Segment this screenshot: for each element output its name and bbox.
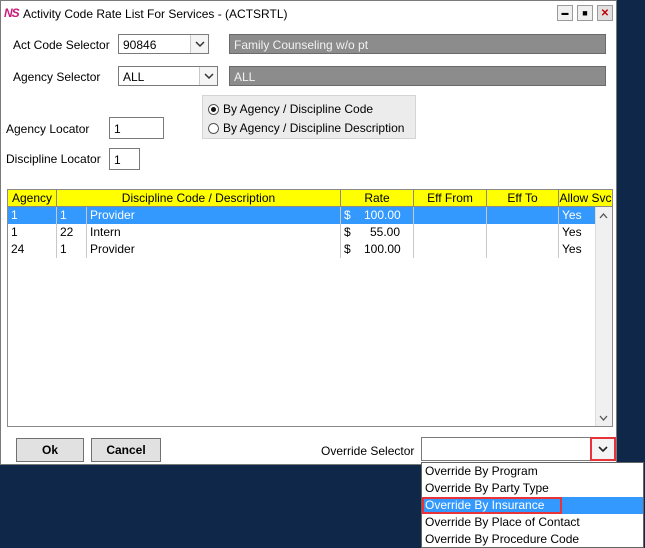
dropdown-option[interactable]: Override By Procedure Code: [422, 531, 643, 548]
title-bar[interactable]: NS Activity Code Rate List For Services …: [1, 1, 616, 27]
cell-currency: $: [344, 242, 351, 256]
sort-radio-group: By Agency / Discipline Code By Agency / …: [202, 95, 416, 139]
cell-currency: $: [344, 225, 351, 239]
cell-eff-from: [414, 207, 487, 224]
cell-rate: 55.00: [361, 224, 414, 241]
ok-button[interactable]: Ok: [16, 438, 84, 462]
radio-by-code[interactable]: By Agency / Discipline Code: [208, 102, 373, 116]
col-allow-svc[interactable]: Allow Svc: [559, 190, 612, 206]
table-row[interactable]: 1 1 Provider $ 100.00 Yes: [8, 207, 596, 224]
col-agency[interactable]: Agency: [8, 190, 57, 206]
col-discipline[interactable]: Discipline Code / Description: [57, 190, 341, 206]
discipline-locator-label: Discipline Locator: [6, 152, 101, 166]
col-eff-from[interactable]: Eff From: [414, 190, 487, 206]
minimize-button[interactable]: ▬: [557, 5, 573, 21]
cell-allow: Yes: [562, 225, 582, 239]
cell-eff-to: [487, 207, 559, 224]
scroll-down-button[interactable]: [596, 410, 611, 425]
radio-by-code-label: By Agency / Discipline Code: [223, 102, 374, 116]
cell-rate: 100.00: [361, 207, 414, 224]
vertical-scrollbar[interactable]: [595, 207, 612, 426]
agency-locator-label: Agency Locator: [6, 122, 90, 136]
main-window: NS Activity Code Rate List For Services …: [0, 0, 617, 465]
cell-eff-from: [414, 224, 487, 241]
cell-eff-from: [414, 241, 487, 258]
rate-table: Agency Discipline Code / Description Rat…: [7, 189, 613, 427]
close-icon: ✕: [600, 7, 610, 19]
dropdown-option-highlighted[interactable]: Override By Insurance: [422, 497, 562, 514]
app-logo: NS: [4, 6, 20, 20]
cell-agency: 1: [8, 207, 57, 224]
close-button[interactable]: ✕: [597, 5, 613, 21]
cancel-button[interactable]: Cancel: [91, 438, 161, 462]
col-rate[interactable]: Rate: [341, 190, 414, 206]
override-dropdown-button[interactable]: [590, 437, 616, 461]
cell-description: Provider: [87, 207, 341, 224]
agency-description: ALL: [229, 66, 606, 86]
chevron-down-icon: [599, 415, 608, 421]
cell-code: 1: [57, 207, 87, 224]
override-dropdown-list: Override By Program Override By Party Ty…: [421, 462, 644, 548]
table-header: Agency Discipline Code / Description Rat…: [8, 190, 612, 207]
agency-select-value: ALL: [123, 70, 145, 84]
override-select[interactable]: [421, 437, 616, 461]
maximize-icon: ■: [582, 8, 588, 18]
cell-code: 22: [57, 224, 87, 241]
minimize-icon: ▬: [561, 9, 569, 17]
radio-unselected-icon: [208, 122, 219, 134]
col-eff-to[interactable]: Eff To: [487, 190, 559, 206]
cell-eff-to: [487, 224, 559, 241]
cell-agency: 1: [8, 224, 57, 241]
cell-agency: 24: [8, 241, 57, 258]
dropdown-option[interactable]: Override By Party Type: [422, 480, 643, 497]
override-selector-label: Override Selector: [321, 444, 415, 458]
act-code-description: Family Counseling w/o pt: [229, 34, 606, 54]
cell-rate: 100.00: [361, 241, 414, 258]
chevron-down-icon[interactable]: [199, 67, 217, 85]
dropdown-option[interactable]: Override By Program: [422, 463, 643, 480]
table-row[interactable]: 24 1 Provider $ 100.00 Yes: [8, 241, 596, 258]
radio-selected-icon: [208, 103, 219, 115]
radio-by-description-label: By Agency / Discipline Description: [223, 121, 405, 135]
window-title: Activity Code Rate List For Services - (…: [23, 7, 288, 21]
dropdown-option[interactable]: Override By Place of Contact: [422, 514, 643, 531]
cell-allow: Yes: [562, 208, 582, 222]
maximize-button[interactable]: ■: [577, 5, 593, 21]
act-code-select[interactable]: 90846: [118, 34, 209, 54]
chevron-up-icon: [599, 212, 608, 218]
act-code-label: Act Code Selector: [13, 38, 110, 52]
scroll-up-button[interactable]: [596, 208, 611, 223]
cell-code: 1: [57, 241, 87, 258]
cell-description: Intern: [87, 224, 341, 241]
chevron-down-icon: [598, 445, 608, 452]
agency-locator-input[interactable]: 1: [109, 117, 164, 139]
cell-currency: $: [344, 208, 351, 222]
agency-select[interactable]: ALL: [118, 66, 218, 86]
act-code-value: 90846: [123, 38, 157, 52]
cell-description: Provider: [87, 241, 341, 258]
agency-selector-label: Agency Selector: [13, 70, 101, 84]
cell-eff-to: [487, 241, 559, 258]
radio-by-description[interactable]: By Agency / Discipline Description: [208, 121, 404, 135]
table-row[interactable]: 1 22 Intern $ 55.00 Yes: [8, 224, 596, 241]
cell-allow: Yes: [562, 242, 582, 256]
discipline-locator-input[interactable]: 1: [109, 148, 140, 170]
chevron-down-icon[interactable]: [190, 35, 208, 53]
